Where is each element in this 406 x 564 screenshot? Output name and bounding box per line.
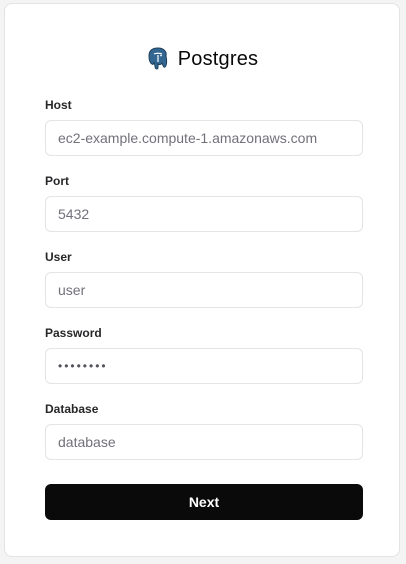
host-label: Host — [45, 98, 72, 112]
port-label: Port — [45, 174, 69, 188]
password-label: Password — [45, 326, 102, 340]
postgres-elephant-icon — [146, 46, 170, 72]
header: Postgres — [5, 46, 399, 72]
port-input[interactable]: 5432 — [45, 196, 363, 232]
password-field: Password •••••••• — [45, 325, 363, 384]
page-title: Postgres — [177, 47, 259, 70]
database-label: Database — [45, 402, 99, 416]
host-input[interactable]: ec2-example.compute-1.amazonaws.com — [45, 120, 363, 156]
next-button[interactable]: Next — [45, 484, 363, 520]
host-field: Host ec2-example.compute-1.amazonaws.com — [45, 97, 363, 156]
user-field: User user — [45, 249, 363, 308]
database-input[interactable]: database — [45, 424, 363, 460]
password-input[interactable]: •••••••• — [45, 348, 363, 384]
user-label: User — [45, 250, 72, 264]
connection-card: Postgres Host ec2-example.compute-1.amaz… — [4, 3, 400, 557]
port-field: Port 5432 — [45, 173, 363, 232]
user-input[interactable]: user — [45, 272, 363, 308]
database-field: Database database — [45, 401, 363, 460]
